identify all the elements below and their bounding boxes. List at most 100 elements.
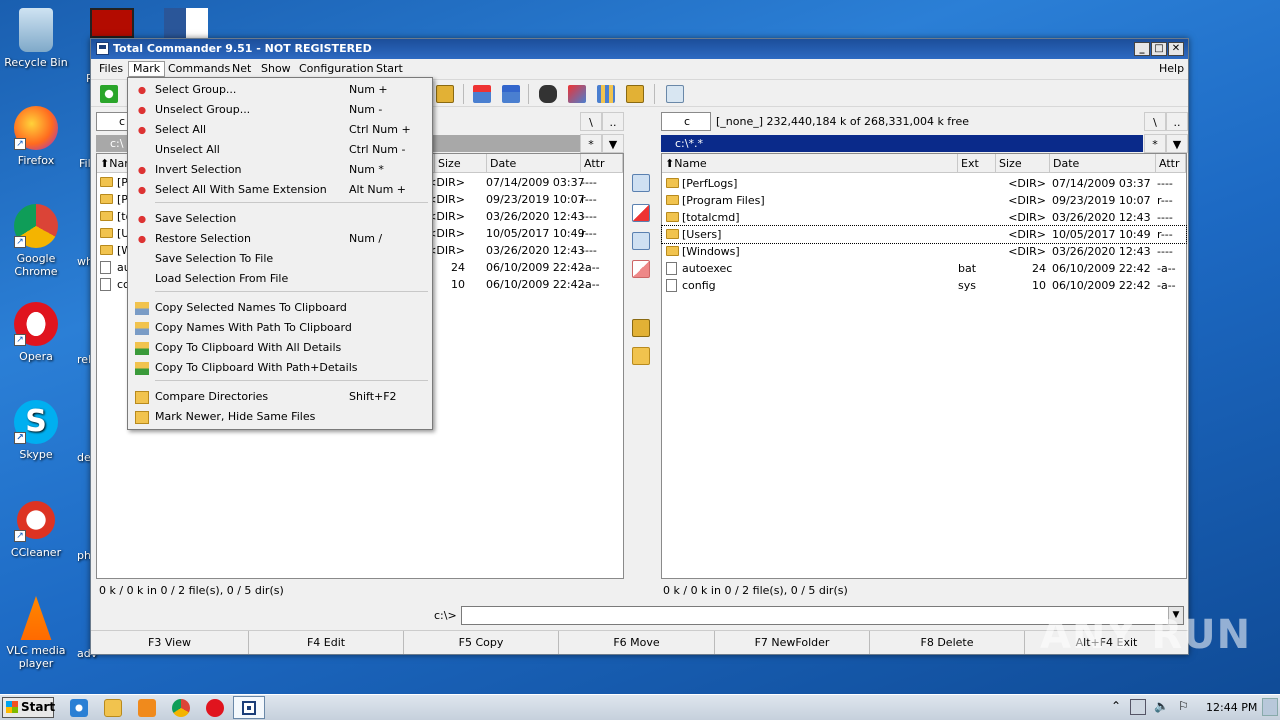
menu-item-unselect-all[interactable]: Unselect All Ctrl Num - [128, 140, 432, 160]
right-header-attr[interactable]: Attr [1156, 154, 1186, 173]
title-bar[interactable]: Total Commander 9.51 - NOT REGISTERED _ … [91, 39, 1188, 59]
right-history-button[interactable]: * [1144, 134, 1166, 153]
f5-copy-button[interactable]: F5 Copy [404, 631, 559, 654]
menu-item-select-all[interactable]: Select All Ctrl Num + [128, 120, 432, 140]
table-row[interactable]: autoexec bat 24 06/10/2009 22:42 -a-- [662, 260, 1186, 277]
menu-files[interactable]: Files [95, 61, 127, 77]
left-header-date[interactable]: Date [487, 154, 581, 173]
right-header-date[interactable]: Date [1050, 154, 1156, 173]
chrome-taskbar-icon[interactable] [172, 699, 190, 717]
sync-dirs-icon[interactable] [597, 85, 615, 103]
show-hidden-icons-icon[interactable]: ⌃ [1108, 699, 1124, 715]
menu-item-invert-selection[interactable]: Invert Selection Num * [128, 160, 432, 180]
compare-directories-icon [135, 391, 149, 404]
left-history-button[interactable]: * [580, 134, 602, 153]
desktop-icon-chrome[interactable]: ↗ Google Chrome [0, 204, 72, 278]
view-icon[interactable] [632, 174, 650, 192]
start-button[interactable]: Start [2, 697, 55, 718]
notepad-icon[interactable] [666, 85, 684, 103]
menu-item-copy-to-clipboard-with-path-details[interactable]: Copy To Clipboard With Path+Details [128, 358, 432, 378]
speaker-tray-icon[interactable]: 🔈 [1154, 699, 1170, 715]
menu-item-copy-to-clipboard-with-all-details[interactable]: Copy To Clipboard With All Details [128, 338, 432, 358]
menu-item-load-selection-from-file[interactable]: Load Selection From File [128, 269, 432, 289]
menu-item-mark-newer-hide-same-files[interactable]: Mark Newer, Hide Same Files [128, 407, 432, 427]
f4-edit-button[interactable]: F4 Edit [249, 631, 404, 654]
right-file-panel[interactable]: ⬆Name Ext Size Date Attr [PerfLogs] <DIR>… [661, 153, 1187, 579]
right-path-bar[interactable]: c:\*.* [661, 135, 1143, 152]
ie-icon[interactable] [70, 699, 88, 717]
menu-item-label: Select All [155, 123, 207, 136]
desktop-icon-vlc[interactable]: VLC media player [0, 596, 72, 670]
menu-start[interactable]: Start [372, 61, 407, 77]
desktop-icon-skype[interactable]: S ↗ Skype [0, 400, 72, 461]
network-tray-icon[interactable] [1130, 699, 1146, 715]
menu-help[interactable]: Help [1155, 61, 1188, 77]
f8-delete-button[interactable]: F8 Delete [870, 631, 1025, 654]
copy-icon[interactable] [632, 232, 650, 250]
edit-icon[interactable] [632, 204, 650, 222]
multi-rename-icon[interactable] [568, 85, 586, 103]
right-history-dropdown[interactable]: ▼ [1166, 134, 1188, 153]
ftp-icon[interactable] [473, 85, 491, 103]
right-drive-selector[interactable]: c [661, 112, 711, 131]
flag-tray-icon[interactable]: ⚐ [1178, 699, 1194, 715]
desktop-icon-firefox[interactable]: ↗ Firefox [0, 106, 72, 167]
f6-move-button[interactable]: F6 Move [559, 631, 715, 654]
menu-item-compare-directories[interactable]: Compare Directories Shift+F2 [128, 387, 432, 407]
explorer-icon[interactable] [104, 699, 122, 717]
pack-files-icon[interactable] [632, 319, 650, 337]
left-parent-button[interactable]: .. [602, 112, 624, 131]
table-row[interactable]: config sys 10 06/10/2009 22:42 -a-- [662, 277, 1186, 294]
menu-item-restore-selection[interactable]: Restore Selection Num / [128, 229, 432, 249]
f7-newfolder-button[interactable]: F7 NewFolder [715, 631, 870, 654]
menu-item-save-selection[interactable]: Save Selection [128, 209, 432, 229]
compare-icon[interactable] [626, 85, 644, 103]
close-button[interactable]: ✕ [1168, 42, 1184, 56]
url-icon[interactable] [502, 85, 520, 103]
desktop-icon-recycle-bin[interactable]: Recycle Bin [0, 8, 72, 69]
menu-commands[interactable]: Commands [164, 61, 234, 77]
desktop-icon-opera[interactable]: ↗ Opera [0, 302, 72, 363]
menu-item-select-all-with-same-extension[interactable]: Select All With Same Extension Alt Num + [128, 180, 432, 200]
show-desktop-button[interactable] [1262, 698, 1278, 716]
clock[interactable]: 12:44 PM [1206, 701, 1257, 714]
word-icon[interactable] [164, 8, 208, 38]
move-icon[interactable] [632, 260, 650, 278]
menu-configuration[interactable]: Configuration [295, 61, 378, 77]
table-row[interactable]: [Users] <DIR> 10/05/2017 10:49 r--- [661, 225, 1187, 244]
new-folder-icon[interactable] [632, 347, 650, 365]
menu-item-unselect-group[interactable]: Unselect Group... Num - [128, 100, 432, 120]
right-header-ext[interactable]: Ext [958, 154, 996, 173]
desktop-icon-ccleaner[interactable]: ↗ CCleaner [0, 498, 72, 559]
refresh-icon[interactable] [100, 85, 118, 103]
media-player-icon[interactable] [138, 699, 156, 717]
left-header-size[interactable]: Size [435, 154, 487, 173]
right-header-name[interactable]: ⬆Name [662, 154, 958, 173]
table-row[interactable]: [PerfLogs] <DIR> 07/14/2009 03:37 ---- [662, 175, 1186, 192]
left-root-button[interactable]: \ [580, 112, 602, 131]
right-parent-button[interactable]: .. [1166, 112, 1188, 131]
maximize-button[interactable]: □ [1151, 42, 1167, 56]
table-row[interactable]: [totalcmd] <DIR> 03/26/2020 12:43 ---- [662, 209, 1186, 226]
opera-taskbar-icon[interactable] [206, 699, 224, 717]
menu-show[interactable]: Show [257, 61, 295, 77]
left-header-attr[interactable]: Attr [581, 154, 623, 173]
acrobat-icon[interactable] [90, 8, 134, 38]
menu-item-copy-selected-names-to-clipboard[interactable]: Copy Selected Names To Clipboard [128, 298, 432, 318]
left-history-dropdown[interactable]: ▼ [602, 134, 624, 153]
pack-icon[interactable] [436, 85, 454, 103]
menu-item-select-group[interactable]: Select Group... Num + [128, 80, 432, 100]
menu-item-save-selection-to-file[interactable]: Save Selection To File [128, 249, 432, 269]
right-header-size[interactable]: Size [996, 154, 1050, 173]
menu-item-copy-names-with-path-to-clipboard[interactable]: Copy Names With Path To Clipboard [128, 318, 432, 338]
f3-view-button[interactable]: F3 View [91, 631, 249, 654]
total-commander-taskbar-button[interactable] [233, 696, 265, 719]
menu-item-label: Unselect Group... [155, 103, 251, 116]
table-row[interactable]: [Windows] <DIR> 03/26/2020 12:43 ---- [662, 243, 1186, 260]
table-row[interactable]: [Program Files] <DIR> 09/23/2019 10:07 r--- [662, 192, 1186, 209]
minimize-button[interactable]: _ [1134, 42, 1150, 56]
right-root-button[interactable]: \ [1144, 112, 1166, 131]
menu-mark[interactable]: Mark [128, 61, 166, 77]
menu-net[interactable]: Net [228, 61, 255, 77]
search-icon[interactable] [539, 85, 557, 103]
